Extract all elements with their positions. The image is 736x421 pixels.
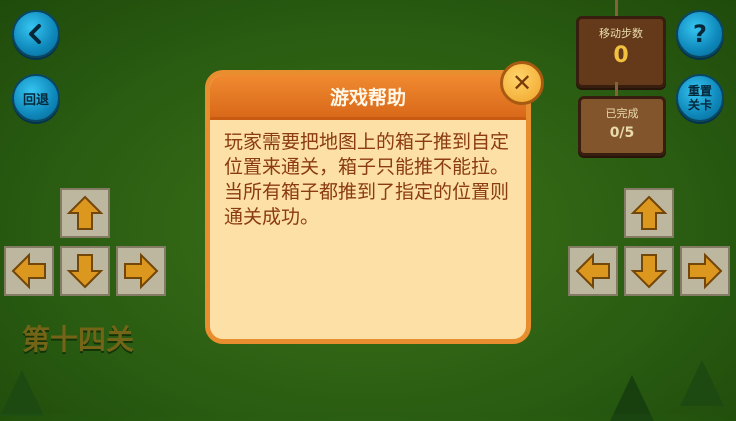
close-icon: ✕ xyxy=(511,69,533,97)
dialog-title: 游戏帮助 xyxy=(210,75,526,120)
dialog-body-text: 玩家需要把地图上的箱子推到自定位置来通关，箱子只能推不能拉。当所有箱子都推到了指… xyxy=(224,131,510,228)
close-dialog-button[interactable]: ✕ xyxy=(500,61,544,105)
help-dialog: 游戏帮助 玩家需要把地图上的箱子推到自定位置来通关，箱子只能推不能拉。当所有箱子… xyxy=(205,70,531,344)
